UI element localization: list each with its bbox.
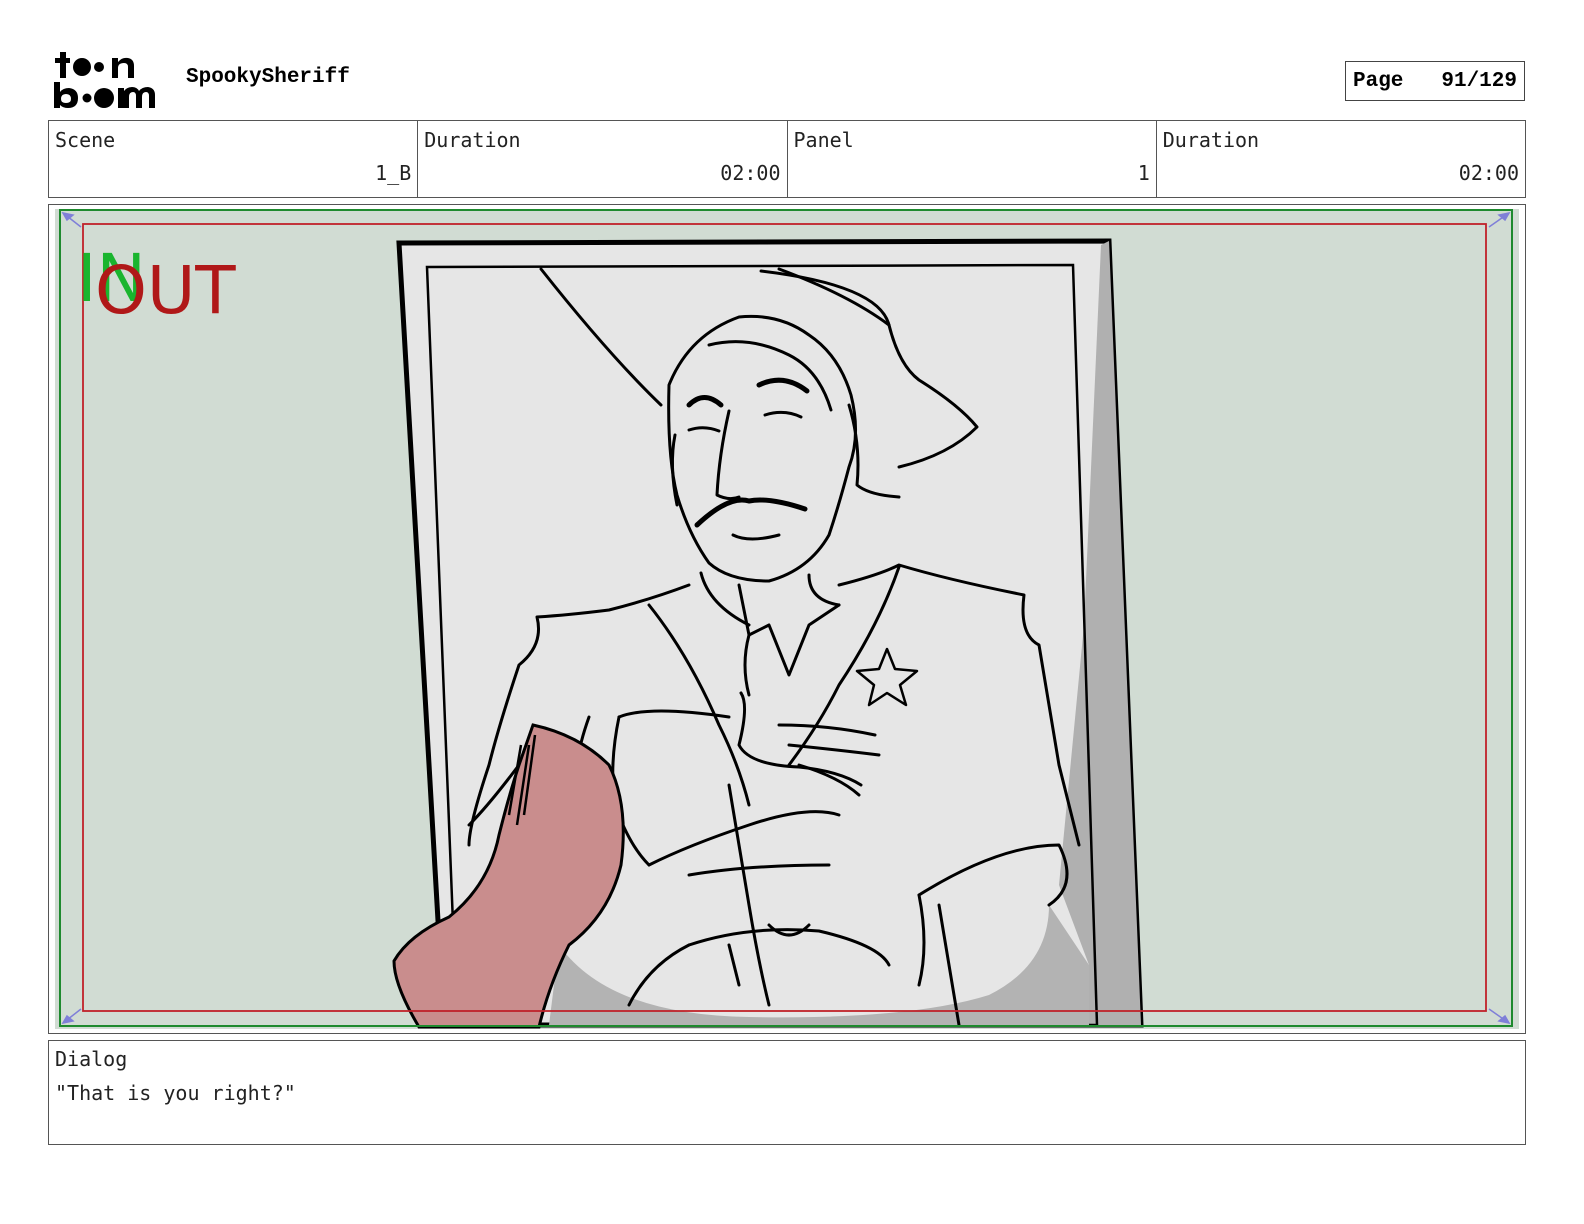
panel-cell: Panel 1 — [788, 121, 1157, 197]
page-number: 91/129 — [1441, 69, 1517, 93]
page-indicator: Page 91/129 — [1345, 61, 1525, 101]
panel-duration-label: Duration — [1162, 128, 1260, 152]
scene-duration-label: Duration — [424, 128, 521, 152]
panel-sketch: IN OUT — [55, 209, 1519, 1029]
dialog-text: "That is you right?" — [55, 1081, 296, 1105]
storyboard-panel: IN OUT — [48, 204, 1526, 1034]
scene-duration-cell: Duration 02:00 — [418, 121, 788, 197]
page-label: Page — [1353, 69, 1404, 93]
panel-info-table: Scene 1_B Duration 02:00 Panel 1 Duratio… — [48, 120, 1526, 198]
scene-duration-value: 02:00 — [720, 161, 781, 185]
panel-value: 1 — [1137, 161, 1150, 185]
panel-duration-value: 02:00 — [1458, 161, 1519, 185]
panel-duration-cell: Duration 02:00 — [1157, 121, 1525, 197]
dialog-label: Dialog — [55, 1047, 128, 1071]
project-name: SpookySheriff — [186, 66, 350, 89]
scene-label: Scene — [55, 128, 116, 152]
toonboom-logo — [52, 50, 164, 112]
scene-value: 1_B — [375, 161, 412, 185]
dialog-box: Dialog "That is you right?" — [48, 1040, 1526, 1145]
out-marker: OUT — [95, 252, 236, 329]
scene-cell: Scene 1_B — [49, 121, 419, 197]
panel-label: Panel — [793, 128, 854, 152]
